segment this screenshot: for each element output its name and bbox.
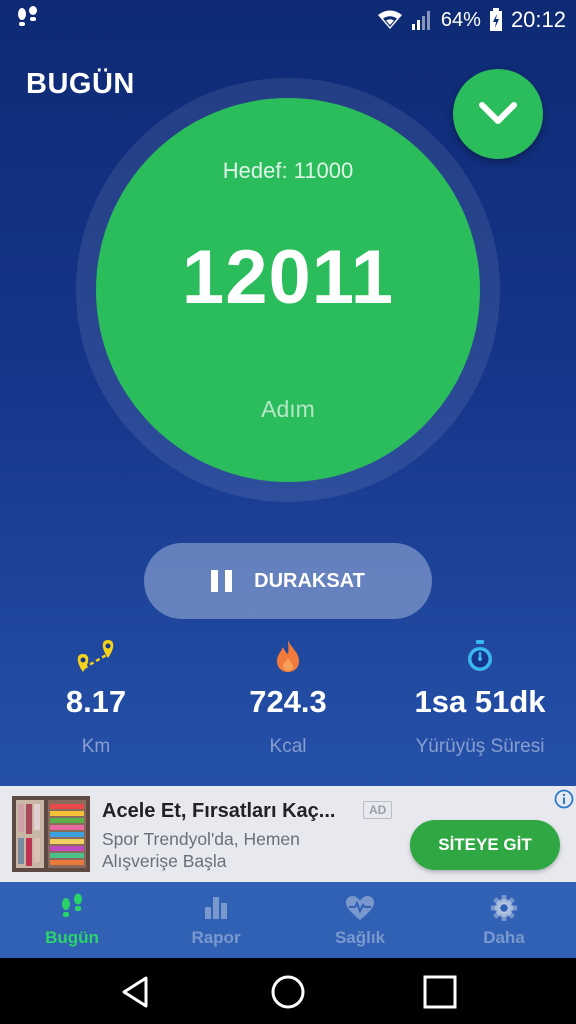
ad-title: Acele Et, Fırsatları Kaç... — [102, 800, 336, 822]
duration-label: Yürüyüş Süresi — [415, 736, 545, 757]
signal-icon — [411, 11, 430, 30]
ad-info-button[interactable] — [552, 787, 576, 811]
info-icon — [554, 789, 574, 809]
calories-label: Kcal — [269, 736, 307, 757]
ad-thumbnail — [12, 796, 90, 872]
duration-value: 1sa 51dk — [414, 684, 546, 719]
nav-label-daha: Daha — [483, 928, 525, 947]
calories-value: 724.3 — [249, 684, 327, 719]
map-route-icon — [77, 640, 114, 672]
expand-button[interactable] — [453, 69, 543, 159]
nav-label-rapor: Rapor — [191, 928, 241, 947]
stat-duration: 1sa 51dk Yürüyüş Süresi — [384, 636, 576, 758]
ad-cta-button[interactable]: SİTEYE GİT — [410, 820, 560, 870]
nav-item-saglik[interactable]: Sağlık — [288, 882, 432, 958]
pause-button-label: DURAKSAT — [254, 569, 365, 592]
ad-description-line-2: Alışverişe Başla — [102, 851, 227, 871]
pause-icon — [211, 570, 233, 592]
heart-pulse-icon — [346, 896, 374, 920]
gear-icon — [491, 895, 517, 921]
flame-icon — [277, 640, 299, 672]
wifi-icon — [377, 10, 402, 29]
ad-description-line-1: Spor Trendyol'da, Hemen — [102, 829, 300, 849]
distance-value: 8.17 — [65, 684, 127, 719]
footsteps-icon — [62, 893, 82, 917]
ad-badge: AD — [363, 801, 393, 819]
app-screen: 64% 20:12 BUGÜN Hedef: 11000 12011 Adım … — [0, 0, 576, 958]
battery-percent: 64% — [440, 8, 481, 31]
system-nav-bar — [0, 958, 576, 1024]
clock: 20:12 — [510, 7, 566, 32]
goal-label: Hedef: 11000 — [222, 158, 354, 183]
stat-calories: 724.3 Kcal — [192, 636, 384, 758]
recents-icon[interactable] — [420, 972, 460, 1012]
page-title: BUGÜN — [26, 68, 135, 100]
step-count: 12011 — [181, 235, 395, 320]
status-bar: 64% 20:12 — [0, 0, 576, 40]
ad-description: Spor Trendyol'da, Hemen Alışverişe Başla — [102, 828, 300, 872]
distance-label: Km — [81, 736, 111, 757]
home-icon[interactable] — [268, 972, 308, 1012]
bottom-nav: Bugün Rapor Sağlık Daha — [0, 882, 576, 958]
nav-item-daha[interactable]: Daha — [432, 882, 576, 958]
stat-distance: 8.17 Km — [0, 636, 192, 758]
bar-chart-icon — [205, 897, 227, 919]
battery-charging-icon — [489, 8, 502, 31]
step-unit: Adım — [261, 396, 315, 422]
nav-item-rapor[interactable]: Rapor — [144, 882, 288, 958]
chevron-down-icon — [479, 102, 517, 124]
back-icon[interactable] — [116, 972, 156, 1012]
footsteps-app-icon — [18, 6, 37, 26]
stopwatch-icon — [468, 640, 492, 671]
pause-button[interactable]: DURAKSAT — [144, 543, 432, 619]
nav-label-bugun: Bugün — [45, 928, 99, 947]
nav-item-bugun[interactable]: Bugün — [0, 882, 144, 958]
nav-label-saglik: Sağlık — [334, 928, 386, 947]
